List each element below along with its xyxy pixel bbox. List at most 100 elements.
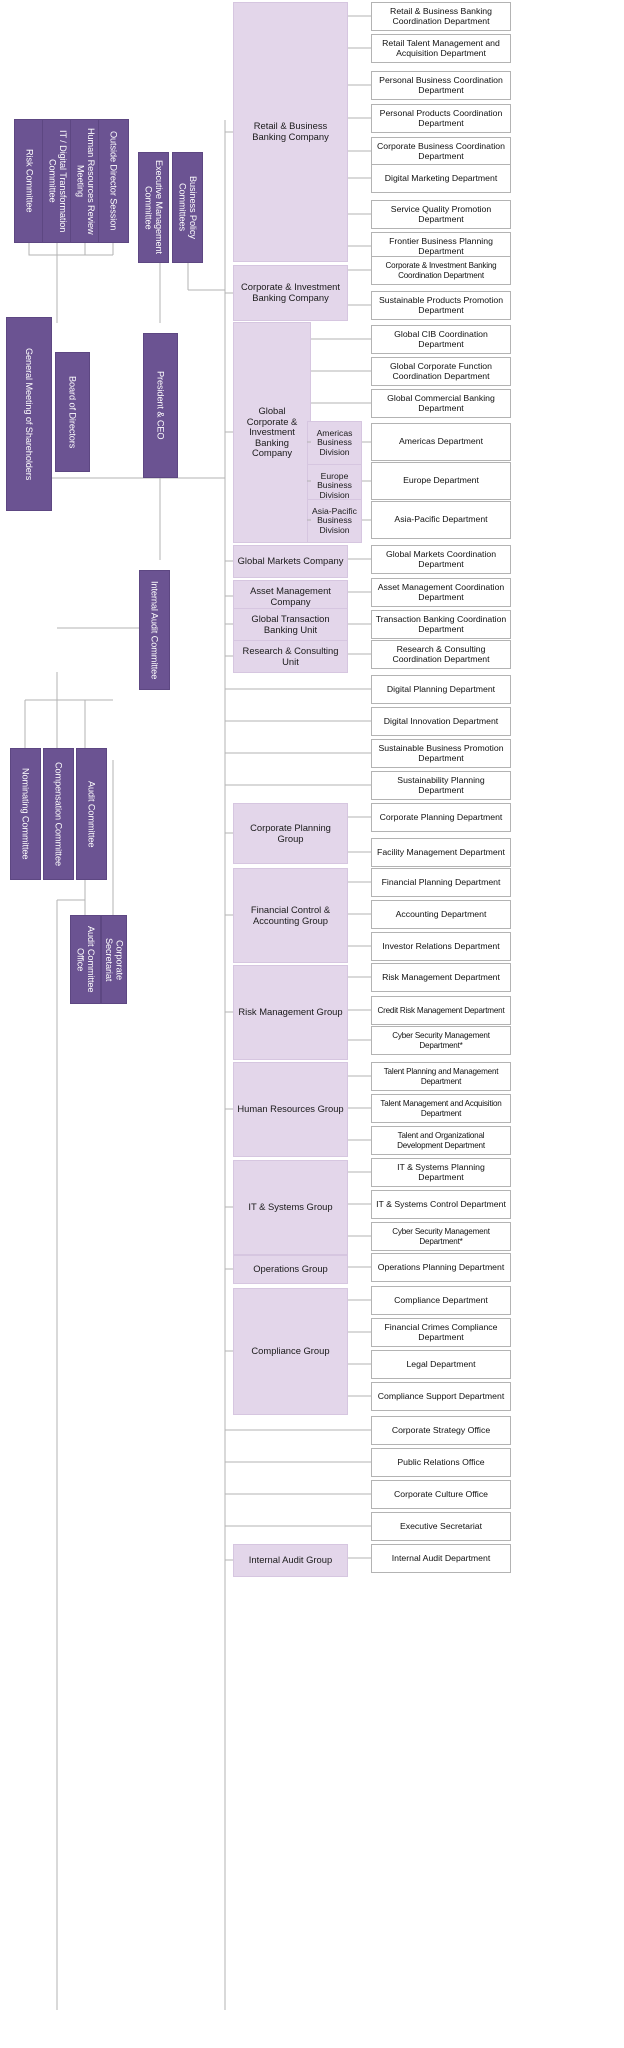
department-box[interactable]: IT & Systems Control Department bbox=[371, 1190, 511, 1219]
department-label: Transaction Banking Coordination Departm… bbox=[375, 613, 507, 634]
committee-business-policy[interactable]: Business Policy Committees bbox=[172, 152, 203, 263]
department-box[interactable]: Americas Department bbox=[371, 423, 511, 461]
department-box[interactable]: Digital Planning Department bbox=[371, 675, 511, 704]
department-box[interactable]: Internal Audit Department bbox=[371, 1544, 511, 1573]
department-box[interactable]: Facility Management Department bbox=[371, 838, 511, 867]
department-box[interactable]: Retail Talent Management and Acquisition… bbox=[371, 34, 511, 63]
department-label: Digital Marketing Department bbox=[384, 172, 498, 183]
department-box[interactable]: Corporate Strategy Office bbox=[371, 1416, 511, 1445]
committee-it-digital-transformation[interactable]: IT / Digital Transformation Committee bbox=[42, 119, 73, 243]
department-label: Corporate Planning Department bbox=[379, 811, 503, 822]
department-label: Public Relations Office bbox=[397, 1456, 485, 1467]
department-box[interactable]: Global Markets Coordination Department bbox=[371, 545, 511, 574]
president-and-ceo[interactable]: President & CEO bbox=[143, 333, 178, 478]
corporate-secretariat[interactable]: Corporate Secretariat bbox=[101, 915, 127, 1004]
department-box[interactable]: Global Commercial Banking Department bbox=[371, 389, 511, 418]
company-global-markets[interactable]: Global Markets Company bbox=[233, 545, 348, 578]
board-of-directors[interactable]: Board of Directors bbox=[55, 352, 90, 472]
department-box[interactable]: Corporate Planning Department bbox=[371, 803, 511, 832]
department-box[interactable]: Public Relations Office bbox=[371, 1448, 511, 1477]
committee-compensation[interactable]: Compensation Committee bbox=[43, 748, 74, 880]
department-box[interactable]: Research & Consulting Coordination Depar… bbox=[371, 640, 511, 669]
department-box[interactable]: Corporate & Investment Banking Coordinat… bbox=[371, 256, 511, 285]
department-label: Financial Crimes Compliance Department bbox=[384, 1321, 498, 1342]
department-label: Investor Relations Department bbox=[382, 940, 500, 951]
department-box[interactable]: Cyber Security Management Department* bbox=[371, 1222, 511, 1251]
company-label: Asset Management Company bbox=[250, 584, 331, 607]
group-it-systems[interactable]: IT & Systems Group bbox=[233, 1160, 348, 1255]
department-label: IT & Systems Control Department bbox=[376, 1198, 506, 1209]
department-box[interactable]: Executive Secretariat bbox=[371, 1512, 511, 1541]
general-meeting-of-shareholders[interactable]: General Meeting of Shareholders bbox=[6, 317, 52, 511]
department-box[interactable]: Credit Risk Management Department bbox=[371, 996, 511, 1025]
group-compliance[interactable]: Compliance Group bbox=[233, 1288, 348, 1415]
department-box[interactable]: Europe Department bbox=[371, 462, 511, 500]
department-box[interactable]: Investor Relations Department bbox=[371, 932, 511, 961]
department-box[interactable]: Talent Planning and Management Departmen… bbox=[371, 1062, 511, 1091]
company-corporate-investment-banking-label: Corporate & Investment Banking Company bbox=[240, 281, 340, 303]
committee-executive-management[interactable]: Executive Management Committee bbox=[138, 152, 169, 263]
department-box[interactable]: Financial Planning Department bbox=[371, 868, 511, 897]
corporate-secretariat-label: Corporate Secretariat bbox=[104, 937, 125, 982]
department-box[interactable]: Sustainable Products Promotion Departmen… bbox=[371, 291, 511, 320]
department-label: Personal Products Coordination Departmen… bbox=[379, 107, 503, 128]
division-label: Americas Business Division bbox=[316, 427, 353, 457]
committee-risk[interactable]: Risk Committee bbox=[14, 119, 45, 243]
company-retail-business-banking[interactable]: Retail & Business Banking Company bbox=[233, 2, 348, 262]
division-americas[interactable]: Americas Business Division bbox=[307, 421, 362, 465]
department-box[interactable]: Digital Marketing Department bbox=[371, 164, 511, 193]
division-asia-pacific[interactable]: Asia-Pacific Business Division bbox=[307, 499, 362, 543]
committee-nominating[interactable]: Nominating Committee bbox=[10, 748, 41, 880]
department-box[interactable]: Operations Planning Department bbox=[371, 1253, 511, 1282]
department-box[interactable]: Compliance Support Department bbox=[371, 1382, 511, 1411]
department-box[interactable]: Legal Department bbox=[371, 1350, 511, 1379]
department-box[interactable]: Talent and Organizational Development De… bbox=[371, 1126, 511, 1155]
department-label: Corporate Culture Office bbox=[394, 1488, 488, 1499]
group-corporate-planning[interactable]: Corporate Planning Group bbox=[233, 803, 348, 864]
committee-internal-audit[interactable]: Internal Audit Committee bbox=[139, 570, 170, 690]
department-box[interactable]: IT & Systems Planning Department bbox=[371, 1158, 511, 1187]
department-box[interactable]: Global Corporate Function Coordination D… bbox=[371, 357, 511, 386]
department-box[interactable]: Global CIB Coordination Department bbox=[371, 325, 511, 354]
department-box[interactable]: Sustainable Business Promotion Departmen… bbox=[371, 739, 511, 768]
department-label: Global Commercial Banking Department bbox=[387, 392, 495, 413]
group-risk-management[interactable]: Risk Management Group bbox=[233, 965, 348, 1060]
department-box[interactable]: Asset Management Coordination Department bbox=[371, 578, 511, 607]
unit-global-transaction-banking[interactable]: Global Transaction Banking Unit bbox=[233, 608, 348, 641]
department-box[interactable]: Accounting Department bbox=[371, 900, 511, 929]
department-box[interactable]: Asia-Pacific Department bbox=[371, 501, 511, 539]
company-global-corporate-investment-banking[interactable]: Global Corporate & Investment Banking Co… bbox=[233, 322, 311, 543]
department-label: Global Markets Coordination Department bbox=[385, 548, 497, 569]
department-box[interactable]: Financial Crimes Compliance Department bbox=[371, 1318, 511, 1347]
group-label: IT & Systems Group bbox=[248, 1201, 333, 1213]
department-box[interactable]: Personal Business Coordination Departmen… bbox=[371, 71, 511, 100]
department-box[interactable]: Sustainability Planning Department bbox=[371, 771, 511, 800]
department-box[interactable]: Talent Management and Acquisition Depart… bbox=[371, 1094, 511, 1123]
department-box[interactable]: Cyber Security Management Department* bbox=[371, 1026, 511, 1055]
division-label: Asia-Pacific Business Division bbox=[312, 505, 357, 535]
department-box[interactable]: Risk Management Department bbox=[371, 963, 511, 992]
group-human-resources[interactable]: Human Resources Group bbox=[233, 1062, 348, 1157]
audit-committee-office[interactable]: Audit Committee Office bbox=[70, 915, 101, 1004]
department-box[interactable]: Compliance Department bbox=[371, 1286, 511, 1315]
department-box[interactable]: Corporate Culture Office bbox=[371, 1480, 511, 1509]
department-label: Global Corporate Function Coordination D… bbox=[390, 360, 492, 381]
group-label: Corporate Planning Group bbox=[250, 821, 331, 844]
department-box[interactable]: Transaction Banking Coordination Departm… bbox=[371, 610, 511, 639]
committee-hr-review-meeting[interactable]: Human Resources Review Meeting bbox=[70, 119, 101, 243]
committee-audit[interactable]: Audit Committee bbox=[76, 748, 107, 880]
group-internal-audit[interactable]: Internal Audit Group bbox=[233, 1544, 348, 1577]
department-label: Internal Audit Department bbox=[391, 1552, 491, 1563]
group-financial-control-accounting[interactable]: Financial Control & Accounting Group bbox=[233, 868, 348, 963]
department-label: Compliance Department bbox=[394, 1294, 488, 1305]
group-operations[interactable]: Operations Group bbox=[233, 1255, 348, 1284]
company-corporate-investment-banking[interactable]: Corporate & Investment Banking Company bbox=[233, 265, 348, 321]
committee-outside-director-session[interactable]: Outside Director Session bbox=[98, 119, 129, 243]
department-box[interactable]: Corporate Business Coordination Departme… bbox=[371, 137, 511, 166]
department-box[interactable]: Retail & Business Banking Coordination D… bbox=[371, 2, 511, 31]
department-box[interactable]: Digital Innovation Department bbox=[371, 707, 511, 736]
department-label: Executive Secretariat bbox=[399, 1520, 483, 1531]
unit-research-consulting[interactable]: Research & Consulting Unit bbox=[233, 640, 348, 673]
department-box[interactable]: Service Quality Promotion Department bbox=[371, 200, 511, 229]
department-box[interactable]: Personal Products Coordination Departmen… bbox=[371, 104, 511, 133]
